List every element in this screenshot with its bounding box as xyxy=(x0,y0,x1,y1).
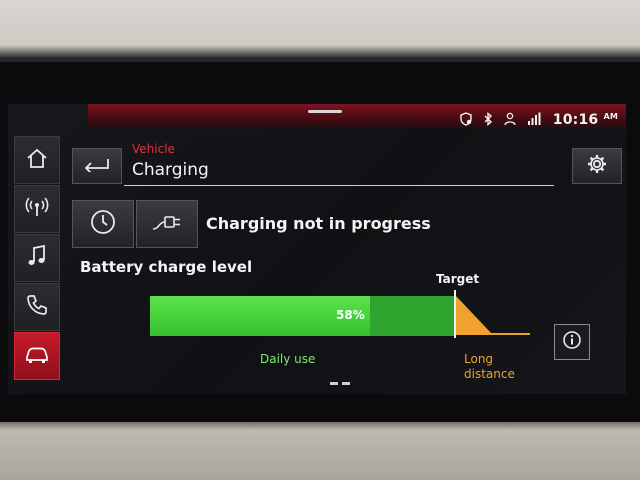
sidebar-item-radio[interactable] xyxy=(14,185,60,233)
gear-icon xyxy=(586,153,608,179)
sidebar-item-phone[interactable] xyxy=(14,283,60,331)
title-underline xyxy=(124,185,554,186)
daily-use-label: Daily use xyxy=(260,352,316,366)
page-indicator xyxy=(330,382,350,385)
long-distance-label: Long distance xyxy=(464,352,515,381)
long-distance-zone xyxy=(456,296,530,335)
breadcrumb: Vehicle xyxy=(132,142,175,156)
home-icon xyxy=(25,147,49,173)
sidebar xyxy=(14,136,60,382)
car-icon xyxy=(24,344,50,368)
page-title: Charging xyxy=(132,160,209,180)
info-icon xyxy=(562,330,582,354)
sidebar-item-home[interactable] xyxy=(14,136,60,184)
charging-timer-button[interactable] xyxy=(72,200,134,248)
page-dot xyxy=(342,382,350,385)
target-label: Target xyxy=(436,272,480,286)
radio-icon xyxy=(24,196,50,222)
page-header: Vehicle Charging xyxy=(72,140,622,188)
lte-signal-icon xyxy=(527,112,543,129)
battery-charge-label: Battery charge level xyxy=(80,258,253,276)
info-button[interactable] xyxy=(554,324,590,360)
battery-charge-bar[interactable]: 58% Target xyxy=(150,272,530,346)
connect-shield-icon xyxy=(459,111,473,129)
settings-button[interactable] xyxy=(572,148,622,184)
status-bar: 10:16 AM xyxy=(459,110,618,130)
back-arrow-icon xyxy=(82,156,112,176)
clock-icon xyxy=(89,208,117,240)
charging-plug-icon xyxy=(151,211,183,237)
infotainment-screen: 10:16 AM Vehicle Charging Charging not i… xyxy=(8,104,626,394)
pull-down-handle[interactable] xyxy=(308,110,342,113)
charging-plug-button[interactable] xyxy=(136,200,198,248)
charge-percent-label: 58% xyxy=(336,308,365,322)
bluetooth-icon xyxy=(483,111,493,129)
clock: 10:16 AM xyxy=(552,112,618,128)
music-icon xyxy=(27,244,47,272)
back-button[interactable] xyxy=(72,148,122,184)
page-dot xyxy=(330,382,338,385)
sidebar-item-music[interactable] xyxy=(14,234,60,282)
user-icon xyxy=(503,112,517,129)
sidebar-item-vehicle[interactable] xyxy=(14,332,60,380)
phone-icon xyxy=(26,294,48,320)
charging-status-text: Charging not in progress xyxy=(206,214,431,233)
